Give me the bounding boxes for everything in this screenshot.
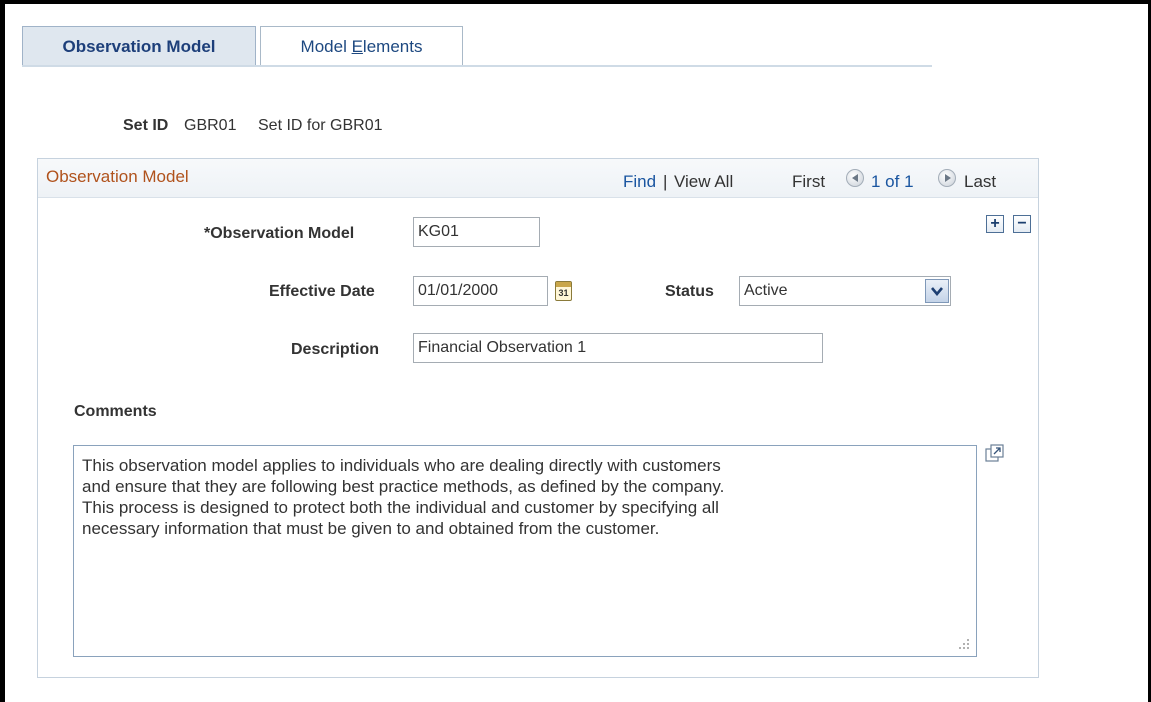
- expand-text-icon[interactable]: [985, 444, 1005, 462]
- setid-value: GBR01: [184, 117, 237, 134]
- tab-observation-model-label: Observation Model: [62, 36, 216, 56]
- comments-line: and ensure that they are following best …: [82, 477, 725, 496]
- observation-model-label: *Observation Model: [204, 225, 355, 242]
- description-input[interactable]: Financial Observation 1: [413, 333, 823, 363]
- status-select[interactable]: Active: [739, 276, 951, 306]
- window-left-border: [0, 0, 5, 702]
- previous-row-icon[interactable]: [846, 169, 864, 187]
- last-label: Last: [964, 172, 997, 191]
- group-title: Observation Model: [46, 167, 189, 186]
- tab-observation-model[interactable]: Observation Model: [22, 26, 256, 66]
- comments-line: necessary information that must be given…: [82, 519, 660, 538]
- setid-label: Set ID: [123, 117, 169, 134]
- comments-line: This process is designed to protect both…: [82, 498, 719, 517]
- chevron-down-icon[interactable]: [925, 279, 949, 303]
- calendar-icon[interactable]: 31: [555, 281, 572, 301]
- group-header: Observation Model Find | View All First …: [38, 159, 1038, 198]
- status-label: Status: [665, 283, 714, 300]
- view-all-link[interactable]: View All: [674, 172, 733, 192]
- page-count: 1 of 1: [871, 172, 914, 191]
- comments-textarea[interactable]: This observation model applies to indivi…: [73, 445, 977, 657]
- effective-date-label: Effective Date: [269, 283, 375, 300]
- tab-model-elements[interactable]: Model Elements: [260, 26, 463, 66]
- next-row-icon[interactable]: [938, 169, 956, 187]
- find-link[interactable]: Find: [623, 172, 656, 192]
- setid-description: Set ID for GBR01: [258, 117, 383, 134]
- description-label: Description: [291, 341, 380, 358]
- delete-row-icon[interactable]: −: [1013, 215, 1031, 233]
- first-label: First: [792, 172, 826, 191]
- effective-date-input[interactable]: 01/01/2000: [413, 276, 548, 306]
- resize-grip-icon[interactable]: [958, 638, 970, 650]
- nav-separator: |: [663, 172, 668, 191]
- status-selected-value: Active: [744, 282, 788, 299]
- window-top-border: [0, 0, 1151, 4]
- add-row-icon[interactable]: +: [986, 215, 1004, 233]
- observation-model-input[interactable]: KG01: [413, 217, 540, 247]
- tab-model-elements-label: Model Elements: [300, 36, 423, 56]
- comments-line: This observation model applies to indivi…: [82, 456, 721, 475]
- comments-label: Comments: [74, 403, 157, 420]
- tab-strip-divider: [22, 65, 932, 67]
